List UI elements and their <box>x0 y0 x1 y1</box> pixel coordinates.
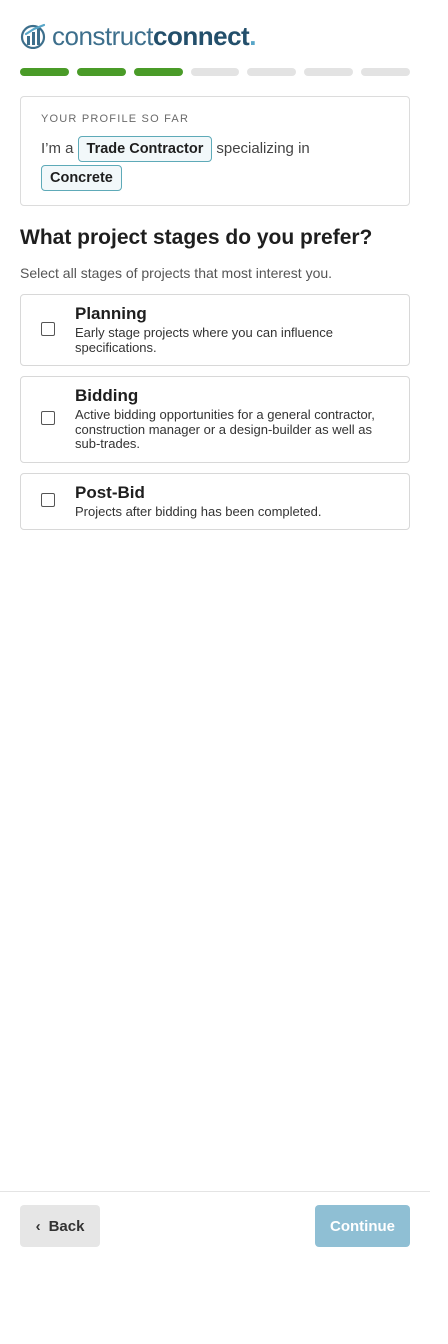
profile-connector: specializing in <box>216 140 310 157</box>
progress-segment <box>361 68 411 76</box>
chevron-left-icon: ‹ <box>35 1217 41 1235</box>
back-button-label: Back <box>48 1217 85 1235</box>
option-description: Active bidding opportunities for a gener… <box>75 407 375 451</box>
page-title: What project stages do you prefer? <box>20 226 373 249</box>
brand-name-part1: construct <box>52 21 154 51</box>
progress-segment <box>76 68 126 76</box>
brand-name-part2: connect <box>153 21 250 51</box>
profile-sentence: I’m a Trade Contractor specializing in C… <box>41 135 389 191</box>
option-title: Planning <box>75 304 147 323</box>
option-text: Planning Early stage projects where you … <box>75 303 393 355</box>
brand-logo: constructconnect. <box>20 22 256 50</box>
continue-button[interactable]: Continue <box>315 1205 410 1247</box>
option-title: Post-Bid <box>75 482 145 502</box>
role-chip: Trade Contractor <box>77 136 213 162</box>
progress-segment <box>20 68 69 76</box>
progress-segment <box>133 68 183 76</box>
planning-checkbox[interactable] <box>41 322 55 336</box>
brand-name: constructconnect. <box>52 23 256 49</box>
option-post-bid[interactable]: Post-Bid Projects after bidding has been… <box>20 472 410 530</box>
progress-segment <box>304 68 354 76</box>
constructconnect-logo-icon <box>20 23 46 49</box>
option-planning[interactable]: Planning Early stage projects where you … <box>20 294 410 366</box>
stage-options-list: Planning Early stage projects where you … <box>20 294 410 530</box>
specialty-chip: Concrete <box>41 165 122 191</box>
back-button[interactable]: ‹ Back <box>20 1205 100 1247</box>
profile-prefix: I’m a <box>41 140 74 157</box>
option-description: Projects after bidding has been complete… <box>75 503 322 519</box>
option-bidding[interactable]: Bidding Active bidding opportunities for… <box>20 376 410 463</box>
brand-name-dot: . <box>249 21 256 51</box>
profile-kicker: YOUR PROFILE SO FAR <box>41 113 190 125</box>
footer-bar: ‹ Back Continue <box>0 1191 430 1344</box>
progress-segment <box>247 68 297 76</box>
option-description: Early stage projects where you can influ… <box>75 325 333 355</box>
page-subtitle: Select all stages of projects that most … <box>20 265 333 281</box>
option-text: Bidding Active bidding opportunities for… <box>75 385 393 452</box>
option-text: Post-Bid Projects after bidding has been… <box>75 482 321 520</box>
progress-segment <box>190 68 240 76</box>
bidding-checkbox[interactable] <box>41 411 55 426</box>
step-progress-bar <box>20 68 411 76</box>
profile-summary-card: YOUR PROFILE SO FAR I’m a Trade Contract… <box>20 96 410 206</box>
option-title: Bidding <box>75 386 139 405</box>
post-bid-checkbox[interactable] <box>41 493 55 508</box>
